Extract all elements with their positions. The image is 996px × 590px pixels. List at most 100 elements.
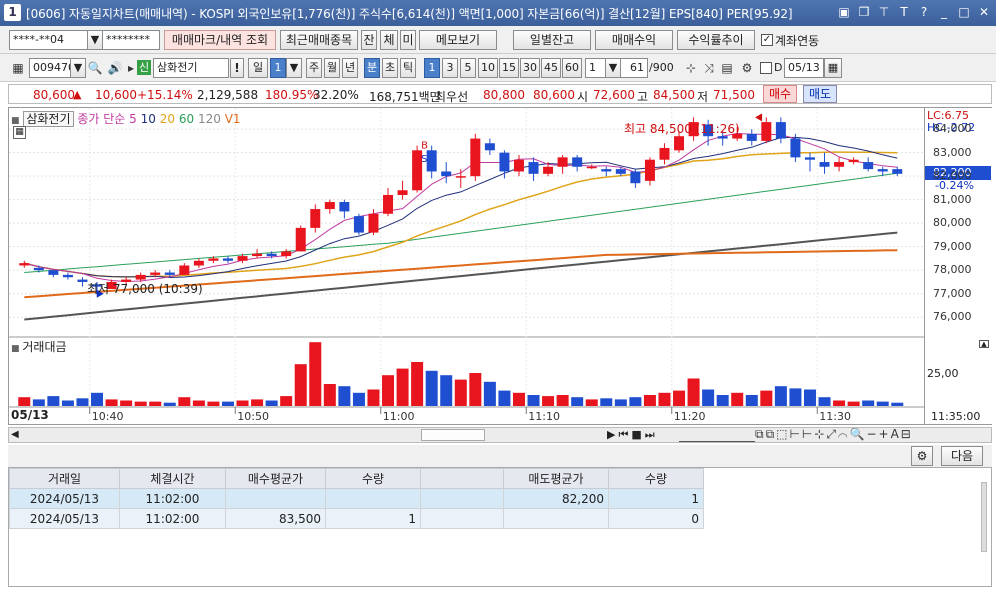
account-input[interactable]: ****-**04 [9, 30, 89, 50]
count-input[interactable]: 61 [620, 58, 648, 78]
minute-option-15[interactable]: 15 [499, 58, 519, 78]
volume-bar [716, 395, 729, 406]
chart-scrollbar[interactable]: ◀ ▶⏮■⏭ ⧉⧉⬚⊢⊢⊹⤢⌒🔍−+A⊟ [8, 427, 992, 443]
volume-bar [891, 402, 904, 406]
password-input[interactable]: ******** [102, 30, 160, 50]
volume-bar [149, 401, 162, 406]
zoom-slider[interactable] [679, 428, 755, 442]
close-icon[interactable]: ✕ [976, 4, 992, 20]
grid-toggle-icon[interactable]: ▦ [13, 126, 26, 139]
buy-button[interactable]: 매수 [763, 85, 797, 103]
open-label: 시 [577, 90, 589, 104]
stock-code-input[interactable]: 009470 [29, 58, 73, 78]
maximize-icon[interactable]: □ [956, 4, 972, 20]
scroll-thumb[interactable] [421, 429, 485, 441]
chart-tools-icons[interactable]: ⧉⧉⬚⊢⊢⊹⤢⌒🔍−+A⊟ [755, 427, 913, 442]
chart-panel[interactable]: BS ■ 삼화전기 종가 단순 5 10 20 60 120 V1 ▦ 최고 8… [8, 107, 992, 425]
candle-body [513, 159, 524, 172]
settings-icon[interactable]: ⚙ [738, 58, 756, 78]
period-minute-button[interactable]: 분 [364, 58, 380, 78]
price-axis[interactable]: LC:6.75 HC:-2.72 82,200 -0.24% 25,00 11:… [924, 108, 992, 424]
volume-bar [483, 381, 496, 406]
grid-scrollbar[interactable] [981, 482, 987, 552]
stock-name-field[interactable]: 삼화전기 [153, 58, 229, 78]
volume-bar [367, 389, 380, 406]
table-row[interactable]: 2024/05/13 11:02:00 82,200 1 [9, 488, 704, 509]
best-quote-label: 최우선 [435, 90, 469, 104]
volume-bar [352, 392, 365, 406]
period-tick-button[interactable]: 틱 [400, 58, 416, 78]
period-week-button[interactable]: 주 [306, 58, 322, 78]
minute-option-1[interactable]: 1 [424, 58, 440, 78]
minute-select[interactable]: 1 [585, 58, 607, 78]
minute-option-45[interactable]: 45 [541, 58, 561, 78]
candle-body [761, 122, 772, 141]
volume-bar [571, 397, 584, 406]
period-day-value[interactable]: 1 [270, 58, 286, 78]
low-annotation: 최저 77,000 (10:39) [87, 282, 203, 296]
unfilled-toggle[interactable]: 미 [400, 30, 416, 50]
period-year-button[interactable]: 년 [342, 58, 358, 78]
help-icon[interactable]: ? [916, 4, 932, 20]
y-tick-label: 83,000 [933, 145, 972, 159]
y-tick-label: 78,000 [933, 263, 972, 277]
return-trend-button[interactable]: 수익률추이 [677, 30, 755, 50]
code-dropdown-icon[interactable]: ▼ [70, 58, 86, 78]
volume-bar [585, 399, 598, 406]
daily-balance-button[interactable]: 일별잔고 [513, 30, 591, 50]
draw-tool-icon[interactable]: ⤨ [700, 58, 718, 78]
alert-button[interactable]: ! [230, 58, 244, 78]
minute-select-dropdown[interactable]: ▼ [605, 58, 621, 78]
period-day-button[interactable]: 일 [248, 58, 268, 78]
minute-option-60[interactable]: 60 [562, 58, 582, 78]
candle-body [819, 162, 830, 167]
next-button[interactable]: 다음 [941, 446, 983, 466]
playback-controls[interactable]: ▶⏮■⏭ [607, 428, 658, 442]
panel-maximize-icon[interactable]: ▲ [979, 340, 989, 348]
balance-toggle[interactable]: 잔 [361, 30, 377, 50]
minute-option-5[interactable]: 5 [460, 58, 476, 78]
count-total: /900 [649, 61, 674, 74]
save-icon[interactable]: ▤ [718, 58, 736, 78]
period-month-button[interactable]: 월 [324, 58, 340, 78]
open-price: 72,600 [593, 88, 635, 102]
restore-layout-icon[interactable]: ▣ [836, 4, 852, 20]
crosshair-icon[interactable]: ⊹ [682, 58, 700, 78]
date-checkbox[interactable] [760, 62, 772, 74]
linked-checkbox[interactable]: ✓ [761, 34, 773, 46]
legend-stock-name[interactable]: 삼화전기 [23, 111, 74, 127]
font-icon[interactable]: T [896, 4, 912, 20]
copy-window-icon[interactable]: ❐ [856, 4, 872, 20]
trade-mark-button[interactable]: 매매마크/내역 조회 [164, 30, 276, 50]
sell-button[interactable]: 매도 [803, 85, 837, 103]
candle-body [834, 162, 845, 167]
period-day-dropdown[interactable]: ▼ [286, 58, 302, 78]
col-sell-qty: 수량 [608, 468, 704, 489]
low-price: 71,500 [713, 88, 755, 102]
minute-option-30[interactable]: 30 [520, 58, 540, 78]
candle-body [775, 122, 786, 139]
minimize-icon[interactable]: _ [936, 4, 952, 20]
y-tick-label: 77,000 [933, 286, 972, 300]
table-row[interactable]: 2024/05/13 11:02:00 83,500 1 0 [9, 508, 704, 529]
calendar-icon[interactable]: ▦ [824, 58, 842, 78]
trade-profit-button[interactable]: 매매수익 [595, 30, 673, 50]
candle-body [746, 133, 757, 141]
pin-icon[interactable]: ⊤ [876, 4, 892, 20]
memo-button[interactable]: 메모보기 [419, 30, 497, 50]
executed-toggle[interactable]: 체 [380, 30, 398, 50]
scroll-left-icon[interactable]: ◀ [11, 429, 19, 440]
recent-trades-button[interactable]: 최근매매종목 [280, 30, 358, 50]
price-chart[interactable]: BS [9, 108, 924, 424]
date-input[interactable]: 05/13 [784, 58, 824, 78]
minute-option-3[interactable]: 3 [442, 58, 458, 78]
volume-bar [236, 400, 249, 406]
period-second-button[interactable]: 초 [382, 58, 398, 78]
chart-type-icon[interactable]: ▦ [9, 58, 27, 78]
account-dropdown-icon[interactable]: ▼ [87, 30, 103, 50]
minute-option-10[interactable]: 10 [478, 58, 498, 78]
grid-settings-icon[interactable]: ⚙ [911, 446, 933, 466]
grid-toolbar: ⚙ 다음 [8, 445, 992, 467]
search-icon[interactable]: 🔍 [86, 58, 104, 78]
volume: 2,129,588 [197, 88, 259, 102]
